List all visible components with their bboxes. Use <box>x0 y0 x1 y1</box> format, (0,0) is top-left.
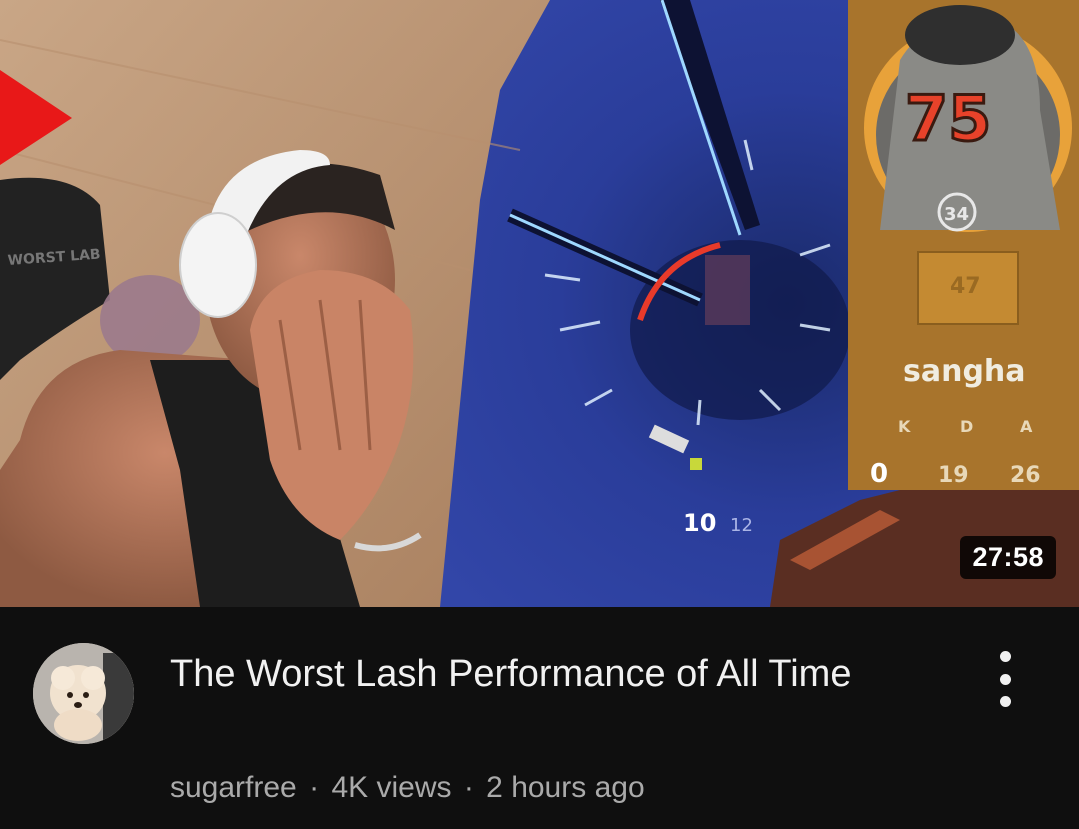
duration-badge: 27:58 <box>960 536 1056 579</box>
dog-avatar-icon <box>33 643 134 744</box>
ammo-count: 10 <box>683 509 716 537</box>
kda-label-d: D <box>960 417 973 436</box>
player-rank: 34 <box>944 204 969 225</box>
video-title[interactable]: The Worst Lash Performance of All Time <box>170 647 910 701</box>
meta-separator: · <box>463 771 474 804</box>
video-metadata: sugarfree · 4K views · 2 hours ago <box>170 771 645 805</box>
view-count: 4K views <box>331 771 452 804</box>
menu-dot <box>999 651 1011 662</box>
kda-deaths: 19 <box>938 463 969 488</box>
video-card[interactable]: 10 12 WORST LAB 75 34 47 sangha K D A 0 … <box>0 0 1079 829</box>
player-score: 47 <box>950 274 981 299</box>
player-name: sangha <box>903 354 1026 389</box>
video-thumbnail[interactable]: 10 12 WORST LAB 75 34 47 sangha K D A 0 … <box>0 0 1079 607</box>
channel-avatar[interactable] <box>33 643 134 744</box>
thumbnail-image: 10 12 WORST LAB 75 34 47 sangha K D A 0 … <box>0 0 1079 607</box>
channel-name[interactable]: sugarfree <box>170 771 297 804</box>
ammo-max: 12 <box>730 515 753 536</box>
kda-label-k: K <box>898 417 911 436</box>
more-vert-icon[interactable] <box>987 651 1023 707</box>
menu-dot <box>999 696 1011 707</box>
hero-level: 75 <box>905 82 991 155</box>
meta-separator: · <box>309 771 320 804</box>
video-info: The Worst Lash Performance of All Time s… <box>0 607 1079 829</box>
kda-kills: 0 <box>870 459 888 489</box>
upload-age: 2 hours ago <box>486 771 645 804</box>
kda-assists: 26 <box>1010 463 1041 488</box>
kda-label-a: A <box>1020 417 1033 436</box>
menu-dot <box>999 673 1011 685</box>
